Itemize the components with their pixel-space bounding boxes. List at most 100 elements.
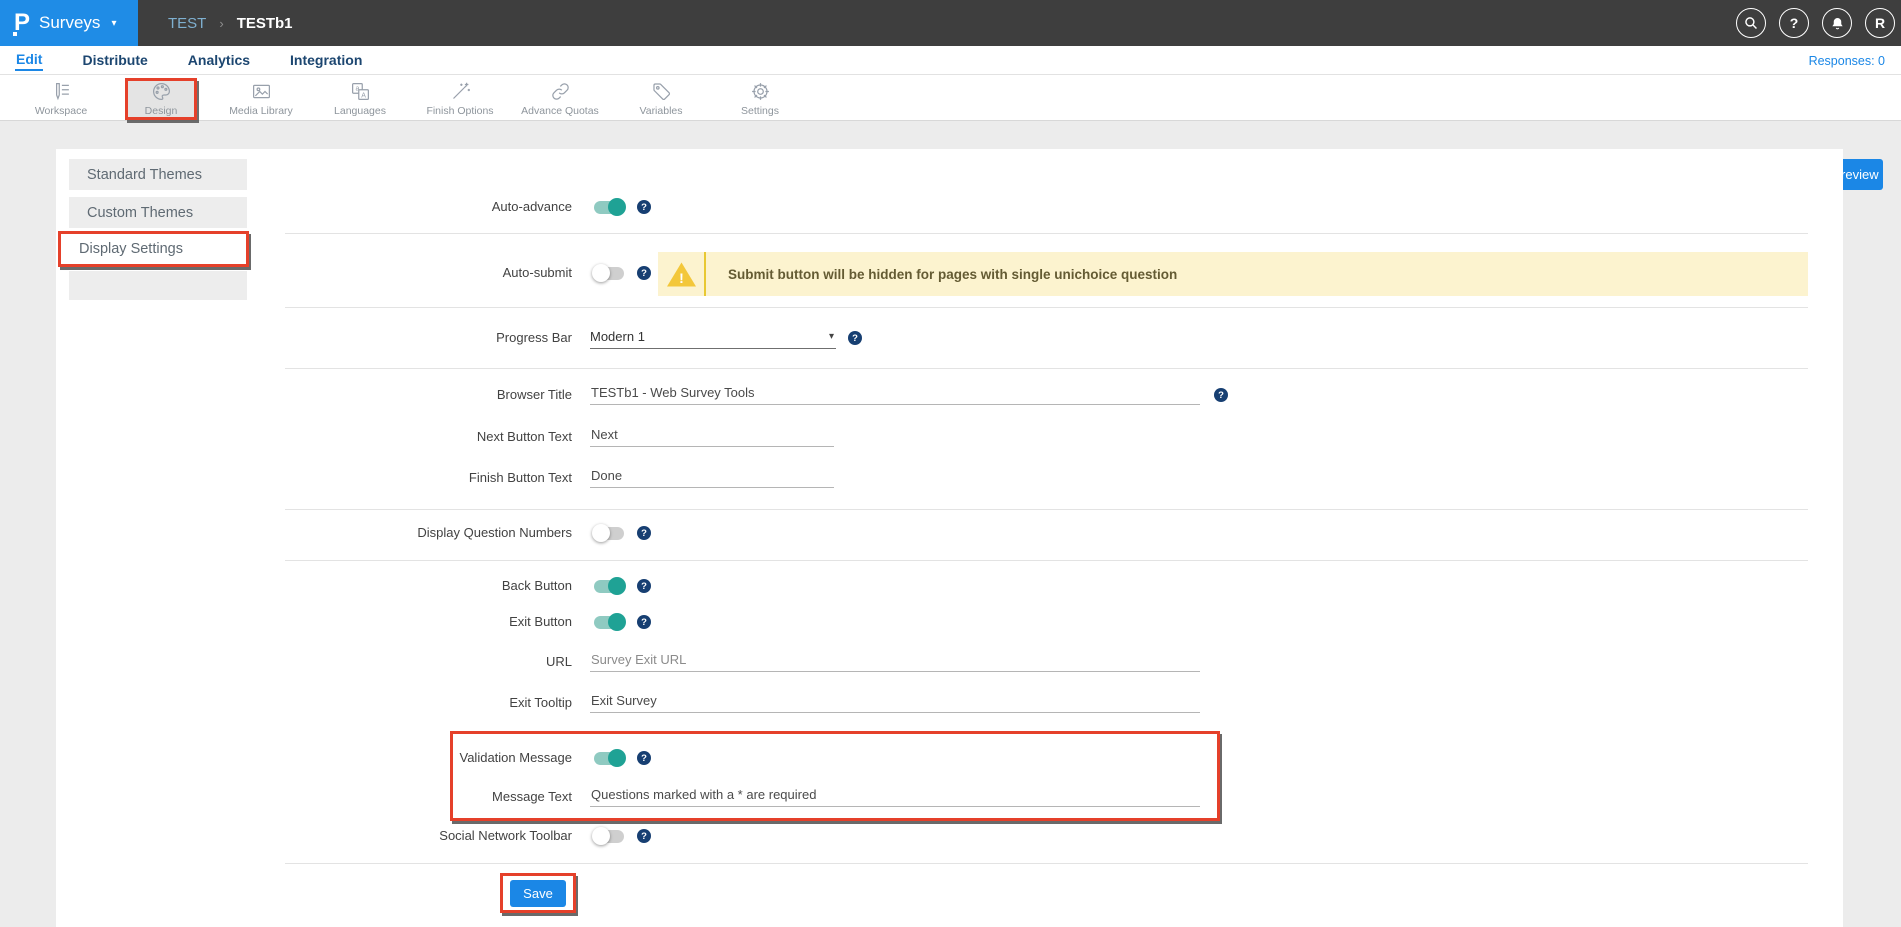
languages-icon: aA — [349, 81, 372, 102]
svg-text:!: ! — [679, 270, 684, 286]
svg-text:a: a — [355, 86, 359, 93]
help-icon[interactable]: ? — [637, 526, 651, 540]
workspace-icon — [49, 81, 73, 102]
message-text-row: Message Text — [56, 785, 1808, 809]
toolbar-item-languages[interactable]: aA Languages — [320, 78, 400, 120]
toolbar-item-finish-options[interactable]: Finish Options — [420, 78, 500, 120]
help-icon[interactable]: ? — [637, 200, 651, 214]
breadcrumb-separator: › — [219, 16, 223, 31]
back-button-row: Back Button ? — [56, 574, 1808, 598]
social-network-toolbar-label: Social Network Toolbar — [56, 824, 572, 848]
svg-text:A: A — [361, 93, 366, 100]
browser-title-label: Browser Title — [56, 383, 572, 407]
display-question-numbers-toggle[interactable] — [594, 527, 624, 540]
exit-url-row: URL — [56, 650, 1808, 674]
toolbar-item-workspace[interactable]: Workspace — [21, 78, 101, 120]
validation-message-label: Validation Message — [56, 746, 572, 770]
toolbar-item-media-library[interactable]: Media Library — [221, 78, 301, 120]
exit-button-row: Exit Button ? — [56, 610, 1808, 634]
exit-url-label: URL — [56, 650, 572, 674]
toolbar-item-design[interactable]: Design — [125, 78, 197, 120]
warning-triangle-icon: ! — [666, 261, 697, 288]
save-button[interactable]: Save — [510, 880, 566, 907]
search-icon[interactable] — [1736, 8, 1766, 38]
header-icon-group: ? R — [1736, 8, 1895, 38]
display-question-numbers-row: Display Question Numbers ? — [56, 521, 1808, 545]
magic-wand-icon — [449, 81, 472, 102]
toolbar-item-advance-quotas[interactable]: Advance Quotas — [520, 78, 600, 120]
message-text-input[interactable] — [590, 785, 1200, 807]
social-network-toolbar-row: Social Network Toolbar ? — [56, 824, 1808, 848]
section-divider — [285, 307, 1808, 308]
browser-title-input[interactable] — [590, 383, 1200, 405]
auto-advance-row: Auto-advance ? — [56, 195, 1808, 219]
finish-button-text-label: Finish Button Text — [56, 466, 572, 490]
avatar[interactable]: R — [1865, 8, 1895, 38]
top-header-bar: P Surveys ▾ TEST › TESTb1 ? R — [0, 0, 1901, 46]
breadcrumb: TEST › TESTb1 — [168, 0, 293, 46]
survey-nav-tabs: Edit Distribute Analytics Integration — [0, 46, 1901, 75]
toolbar-item-variables[interactable]: Variables — [621, 78, 701, 120]
surveys-menu-label: Surveys — [39, 13, 100, 33]
progress-bar-select[interactable]: Modern 1 ▾ — [590, 326, 836, 349]
next-button-text-row: Next Button Text — [56, 425, 1808, 449]
auto-advance-label: Auto-advance — [56, 195, 572, 219]
exit-tooltip-input[interactable] — [590, 691, 1200, 713]
section-divider — [285, 560, 1808, 561]
section-divider — [285, 863, 1808, 864]
breadcrumb-folder[interactable]: TEST — [168, 15, 206, 32]
help-icon[interactable]: ? — [637, 615, 651, 629]
design-palette-icon — [150, 81, 173, 102]
finish-button-text-input[interactable] — [590, 466, 834, 488]
validation-message-row: Validation Message ? — [56, 746, 1808, 770]
warning-message: Submit button will be hidden for pages w… — [728, 267, 1177, 282]
notifications-bell-icon[interactable] — [1822, 8, 1852, 38]
design-toolbar: Workspace Design Media Library aA Langua… — [0, 75, 1901, 121]
back-button-toggle[interactable] — [594, 580, 624, 593]
help-icon[interactable]: ? — [637, 579, 651, 593]
sidebar-item-standard-themes[interactable]: Standard Themes — [69, 159, 247, 190]
back-button-label: Back Button — [56, 574, 572, 598]
section-divider — [285, 509, 1808, 510]
section-divider — [285, 233, 1808, 234]
help-icon[interactable]: ? — [848, 331, 862, 345]
auto-advance-toggle[interactable] — [594, 201, 624, 214]
responses-count[interactable]: Responses: 0 — [1809, 46, 1885, 75]
media-library-icon — [250, 81, 273, 102]
help-icon[interactable]: ? — [637, 829, 651, 843]
tab-integration[interactable]: Integration — [289, 50, 363, 70]
toolbar-item-settings[interactable]: Settings — [720, 78, 800, 120]
display-settings-panel: Standard Themes Custom Themes Display Se… — [56, 149, 1843, 927]
section-divider — [285, 368, 1808, 369]
chevron-down-icon: ▾ — [111, 18, 116, 29]
help-icon[interactable]: ? — [637, 751, 651, 765]
exit-button-toggle[interactable] — [594, 616, 624, 629]
annotation-box-save: Save — [500, 873, 576, 913]
social-network-toolbar-toggle[interactable] — [594, 830, 624, 843]
exit-tooltip-label: Exit Tooltip — [56, 691, 572, 715]
help-icon[interactable]: ? — [1214, 388, 1228, 402]
auto-submit-toggle[interactable] — [594, 267, 624, 280]
questionpro-logo-icon: P — [14, 11, 30, 35]
help-icon[interactable]: ? — [1779, 8, 1809, 38]
gear-icon — [749, 81, 772, 102]
validation-message-toggle[interactable] — [594, 752, 624, 765]
surveys-menu[interactable]: P Surveys ▾ — [0, 0, 138, 46]
exit-url-input[interactable] — [590, 650, 1200, 672]
warning-divider — [704, 252, 706, 296]
tab-distribute[interactable]: Distribute — [81, 50, 148, 70]
display-question-numbers-label: Display Question Numbers — [56, 521, 572, 545]
progress-bar-row: Progress Bar Modern 1 ▾ ? — [56, 326, 1808, 350]
next-button-text-label: Next Button Text — [56, 425, 572, 449]
next-button-text-input[interactable] — [590, 425, 834, 447]
exit-button-label: Exit Button — [56, 610, 572, 634]
chevron-down-icon: ▾ — [829, 331, 834, 342]
help-icon[interactable]: ? — [637, 266, 651, 280]
tab-analytics[interactable]: Analytics — [187, 50, 251, 70]
finish-button-text-row: Finish Button Text — [56, 466, 1808, 490]
browser-title-row: Browser Title ? — [56, 383, 1808, 407]
chain-link-icon — [549, 81, 572, 102]
tab-edit[interactable]: Edit — [15, 49, 43, 71]
exit-tooltip-row: Exit Tooltip — [56, 691, 1808, 715]
auto-submit-label: Auto-submit — [56, 261, 572, 285]
